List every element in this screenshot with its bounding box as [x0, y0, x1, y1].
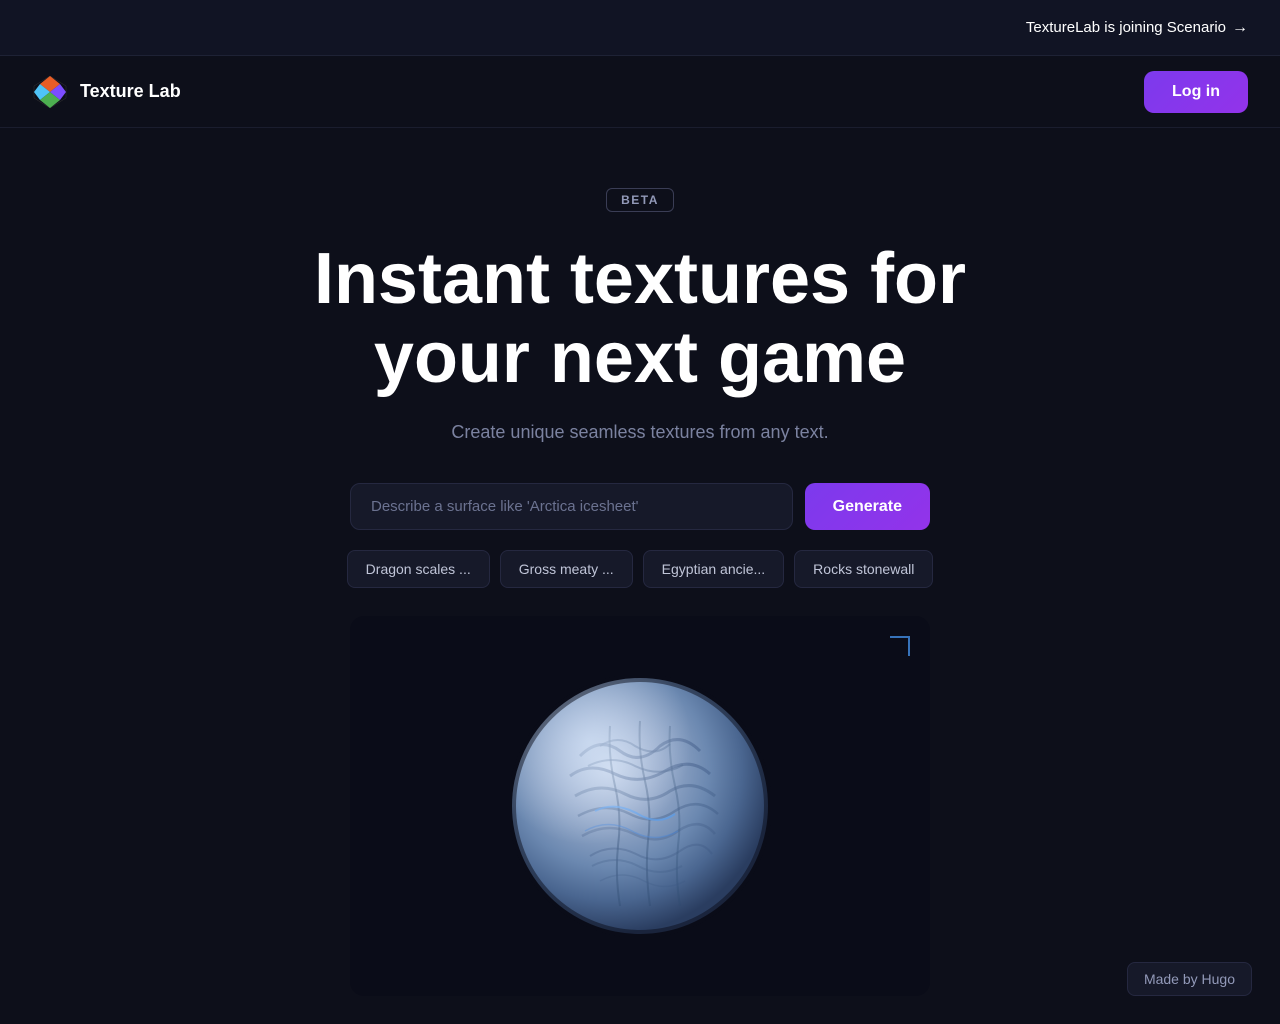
- suggestion-chip-2[interactable]: Egyptian ancie...: [643, 550, 785, 588]
- preview-corner-icon: [890, 636, 910, 656]
- hero-title: Instant textures for your next game: [314, 240, 966, 398]
- search-area: Generate: [350, 483, 930, 530]
- login-button[interactable]: Log in: [1144, 71, 1248, 113]
- sphere-visual: [500, 666, 780, 946]
- logo-icon: [32, 74, 68, 110]
- main-nav: Texture Lab Log in: [0, 56, 1280, 128]
- preview-container: [350, 616, 930, 996]
- suggestions-row: Dragon scales ... Gross meaty ... Egypti…: [347, 550, 934, 588]
- suggestion-chip-3[interactable]: Rocks stonewall: [794, 550, 933, 588]
- arrow-icon: →: [1232, 19, 1248, 37]
- announcement-text: TextureLab is joining Scenario: [1026, 19, 1226, 36]
- announcement-bar: TextureLab is joining Scenario →: [0, 0, 1280, 56]
- announcement-link[interactable]: TextureLab is joining Scenario →: [1026, 19, 1248, 37]
- logo-text: Texture Lab: [80, 81, 181, 102]
- logo-area: Texture Lab: [32, 74, 181, 110]
- made-by-badge: Made by Hugo: [1127, 962, 1252, 996]
- suggestion-chip-1[interactable]: Gross meaty ...: [500, 550, 633, 588]
- suggestion-chip-0[interactable]: Dragon scales ...: [347, 550, 490, 588]
- hero-title-line1: Instant textures for: [314, 239, 966, 319]
- beta-badge: BETA: [606, 188, 674, 212]
- search-input[interactable]: [350, 483, 793, 530]
- generate-button[interactable]: Generate: [805, 483, 930, 530]
- hero-title-line2: your next game: [374, 318, 906, 398]
- hero-subtitle: Create unique seamless textures from any…: [451, 422, 828, 443]
- hero-section: BETA Instant textures for your next game…: [0, 128, 1280, 996]
